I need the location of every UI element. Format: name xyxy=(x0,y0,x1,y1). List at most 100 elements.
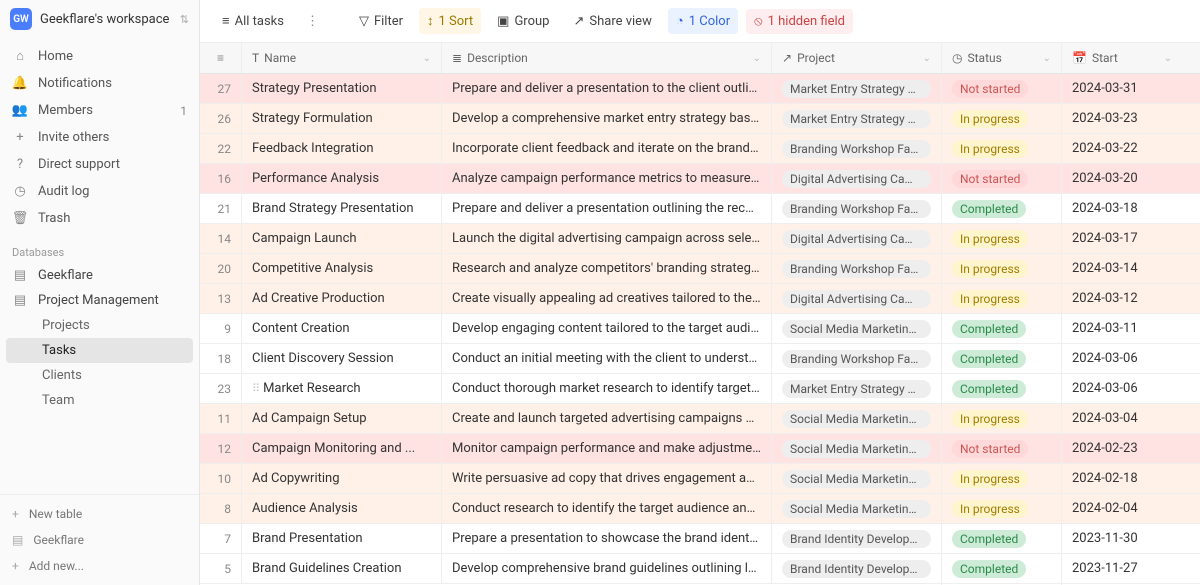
status-chip[interactable]: Completed xyxy=(952,350,1026,368)
status-chip[interactable]: In progress xyxy=(952,260,1028,278)
db-project-management[interactable]: ▤Project Management xyxy=(0,288,199,313)
status-chip[interactable]: In progress xyxy=(952,410,1028,428)
table-row[interactable]: 13Ad Creative ProductionCreate visually … xyxy=(200,284,1200,314)
table-row[interactable]: 5Brand Guidelines CreationDevelop compre… xyxy=(200,554,1200,584)
cell-description[interactable]: Create and launch targeted advertising c… xyxy=(442,403,772,434)
cell-start[interactable]: 2024-03-17 xyxy=(1062,223,1182,254)
cell-name[interactable]: Brand Strategy Presentation xyxy=(242,193,442,224)
cell-description[interactable]: Develop comprehensive brand guidelines o… xyxy=(442,553,772,584)
status-chip[interactable]: In progress xyxy=(952,290,1028,308)
project-chip[interactable]: Brand Identity Development xyxy=(782,560,931,578)
cell-project[interactable]: Social Media Marketing Campa xyxy=(772,462,942,496)
nav-notifications[interactable]: 🔔Notifications xyxy=(0,70,199,97)
project-chip[interactable]: Branding Workshop Facilitation xyxy=(782,140,931,158)
table-row[interactable]: 8Audience AnalysisConduct research to id… xyxy=(200,494,1200,524)
cell-project[interactable]: Digital Advertising Campaign M xyxy=(772,162,942,196)
project-chip[interactable]: Market Entry Strategy Consult xyxy=(782,110,931,128)
cell-start[interactable]: 2024-03-31 xyxy=(1062,73,1182,104)
filter-button[interactable]: ▽Filter xyxy=(351,9,411,34)
nav-trash[interactable]: 🗑Trash xyxy=(0,205,199,232)
table-row[interactable]: 7Brand PresentationPrepare a presentatio… xyxy=(200,524,1200,554)
project-chip[interactable]: Market Entry Strategy Consult xyxy=(782,80,931,98)
db-sub-tasks[interactable]: Tasks xyxy=(6,338,193,363)
status-chip[interactable]: In progress xyxy=(952,470,1028,488)
cell-start[interactable]: 2024-03-06 xyxy=(1062,343,1182,374)
project-chip[interactable]: Branding Workshop Facilitation xyxy=(782,350,931,368)
drag-handle-icon[interactable]: ⠿ xyxy=(252,382,258,395)
project-chip[interactable]: Digital Advertising Campaign M xyxy=(782,170,931,188)
cell-status[interactable]: Completed xyxy=(942,312,1062,346)
cell-name[interactable]: Brand Guidelines Creation xyxy=(242,553,442,584)
sort-button[interactable]: ↕1 Sort xyxy=(419,8,481,34)
project-chip[interactable]: Social Media Marketing Campa xyxy=(782,440,931,458)
cell-name[interactable]: Strategy Presentation xyxy=(242,73,442,104)
table-row[interactable]: 23⠿ Market ResearchConduct thorough mark… xyxy=(200,374,1200,404)
cell-status[interactable]: In progress xyxy=(942,102,1062,136)
cell-start[interactable]: 2024-03-12 xyxy=(1062,283,1182,314)
new-table[interactable]: +New table xyxy=(0,501,199,527)
cell-start[interactable]: 2024-03-11 xyxy=(1062,313,1182,344)
cell-project[interactable]: Social Media Marketing Campa xyxy=(772,312,942,346)
cell-status[interactable]: Not started xyxy=(942,162,1062,196)
cell-name[interactable]: ⠿ Market Research xyxy=(242,373,442,404)
project-chip[interactable]: Market Entry Strategy Consult xyxy=(782,380,931,398)
table-row[interactable]: 20Competitive AnalysisResearch and analy… xyxy=(200,254,1200,284)
cell-project[interactable]: Digital Advertising Campaign M xyxy=(772,282,942,316)
col-number[interactable]: ≡ xyxy=(200,43,242,73)
cell-status[interactable]: In progress xyxy=(942,402,1062,436)
status-chip[interactable]: Not started xyxy=(952,80,1028,98)
share-button[interactable]: ↗Share view xyxy=(565,9,659,34)
cell-status[interactable]: In progress xyxy=(942,462,1062,496)
col-name[interactable]: TName⌄ xyxy=(242,43,442,73)
cell-name[interactable]: Strategy Formulation xyxy=(242,103,442,134)
project-chip[interactable]: Social Media Marketing Campa xyxy=(782,410,931,428)
cell-start[interactable]: 2024-02-18 xyxy=(1062,463,1182,494)
workspace-switcher[interactable]: GW Geekflare's workspace ⇅ xyxy=(0,0,199,38)
table[interactable]: ≡ TName⌄ ≣Description⌄ ↗Project⌄ ◷Status… xyxy=(200,43,1200,585)
nav-support[interactable]: ?Direct support xyxy=(0,151,199,178)
cell-start[interactable]: 2024-03-18 xyxy=(1062,193,1182,224)
project-chip[interactable]: Branding Workshop Facilitation xyxy=(782,200,931,218)
cell-name[interactable]: Brand Presentation xyxy=(242,523,442,554)
cell-description[interactable]: Conduct an initial meeting with the clie… xyxy=(442,343,772,374)
cell-description[interactable]: Analyze campaign performance metrics to … xyxy=(442,163,772,194)
status-chip[interactable]: Completed xyxy=(952,530,1026,548)
col-status[interactable]: ◷Status⌄ xyxy=(942,43,1062,73)
cell-status[interactable]: In progress xyxy=(942,282,1062,316)
cell-status[interactable]: Not started xyxy=(942,432,1062,466)
status-chip[interactable]: Completed xyxy=(952,320,1026,338)
cell-project[interactable]: Social Media Marketing Campa xyxy=(772,492,942,526)
nav-members[interactable]: 👥Members1 xyxy=(0,97,199,124)
table-row[interactable]: 14Campaign LaunchLaunch the digital adve… xyxy=(200,224,1200,254)
table-row[interactable]: 12Campaign Monitoring and ...Monitor cam… xyxy=(200,434,1200,464)
col-description[interactable]: ≣Description⌄ xyxy=(442,43,772,73)
cell-status[interactable]: Completed xyxy=(942,192,1062,226)
cell-description[interactable]: Write persuasive ad copy that drives eng… xyxy=(442,463,772,494)
cell-start[interactable]: 2024-03-06 xyxy=(1062,373,1182,404)
cell-project[interactable]: Branding Workshop Facilitation xyxy=(772,342,942,376)
table-row[interactable]: 18Client Discovery SessionConduct an ini… xyxy=(200,344,1200,374)
cell-status[interactable]: In progress xyxy=(942,222,1062,256)
table-row[interactable]: 26Strategy FormulationDevelop a comprehe… xyxy=(200,104,1200,134)
project-chip[interactable]: Social Media Marketing Campa xyxy=(782,500,931,518)
nav-audit[interactable]: ◷Audit log xyxy=(0,178,199,205)
cell-start[interactable]: 2024-03-22 xyxy=(1062,133,1182,164)
status-chip[interactable]: In progress xyxy=(952,110,1028,128)
cell-project[interactable]: Market Entry Strategy Consult xyxy=(772,72,942,106)
db-sub-projects[interactable]: Projects xyxy=(6,313,193,338)
view-more[interactable]: ⋮ xyxy=(300,10,325,33)
cell-status[interactable]: Not started xyxy=(942,72,1062,106)
cell-description[interactable]: Launch the digital advertising campaign … xyxy=(442,223,772,254)
cell-project[interactable]: Branding Workshop Facilitation xyxy=(772,252,942,286)
status-chip[interactable]: Completed xyxy=(952,380,1026,398)
status-chip[interactable]: In progress xyxy=(952,500,1028,518)
cell-start[interactable]: 2024-03-04 xyxy=(1062,403,1182,434)
view-all-tasks[interactable]: ≡All tasks xyxy=(214,8,292,34)
cell-status[interactable]: In progress xyxy=(942,252,1062,286)
cell-description[interactable]: Prepare and deliver a presentation outli… xyxy=(442,193,772,224)
project-chip[interactable]: Brand Identity Development xyxy=(782,530,931,548)
cell-name[interactable]: Campaign Launch xyxy=(242,223,442,254)
cell-description[interactable]: Conduct research to identify the target … xyxy=(442,493,772,524)
cell-name[interactable]: Content Creation xyxy=(242,313,442,344)
cell-status[interactable]: Completed xyxy=(942,342,1062,376)
